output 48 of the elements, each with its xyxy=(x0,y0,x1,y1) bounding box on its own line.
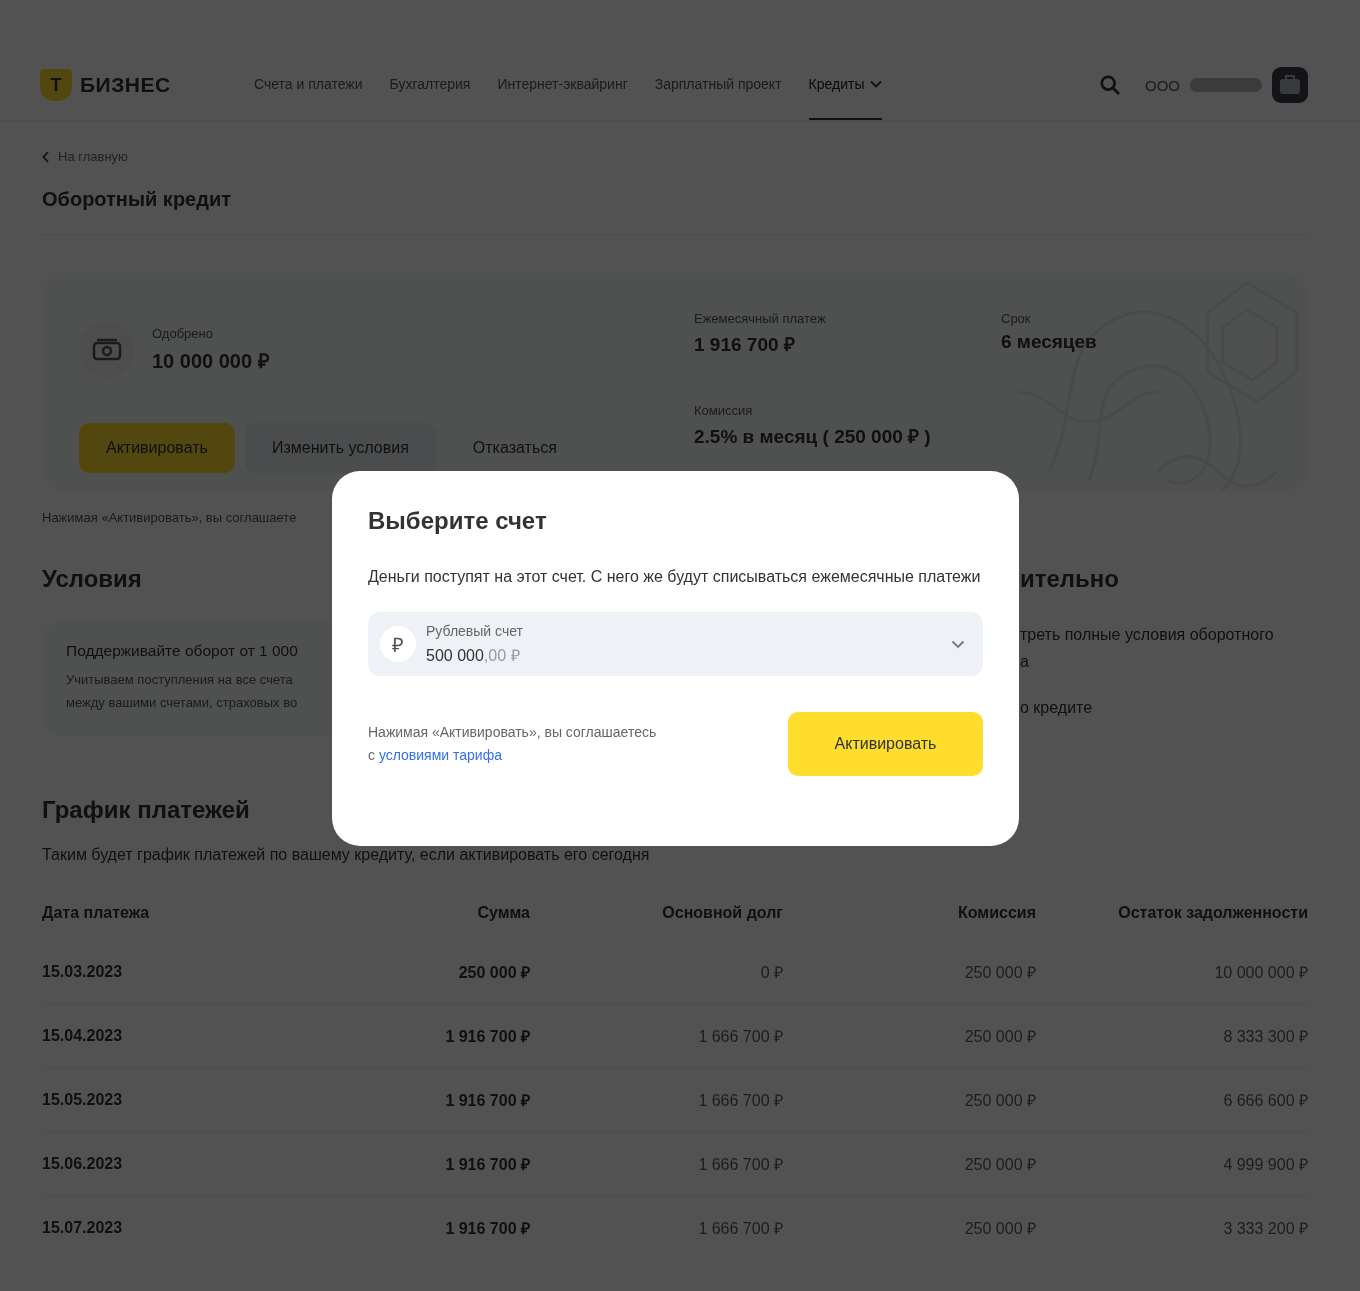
table-cell-text: 250 000 ₽ xyxy=(457,962,530,983)
conditions-heading: Условия xyxy=(42,565,142,593)
additional-text: о кредите xyxy=(1020,698,1093,718)
additional-heading: ительно xyxy=(1020,565,1119,593)
schedule-subtitle: Таким будет график платежей по вашему кредиту, если активировать его сегодня xyxy=(42,846,650,864)
additional-text: а xyxy=(1020,652,1029,672)
table-cell-text: 15.05.2023 xyxy=(42,1090,124,1109)
logo-text: БИЗНЕС xyxy=(80,73,171,97)
column-header: Остаток задолженности xyxy=(1117,904,1308,923)
offer-button[interactable]: Изменить условия xyxy=(244,423,436,473)
search-icon[interactable] xyxy=(1099,74,1121,96)
additional-text: треть полные условия оборотного xyxy=(1020,625,1274,645)
table-cell-text: 1 916 700 ₽ xyxy=(444,1218,530,1239)
logo-shield[interactable]: Т xyxy=(40,69,72,101)
tariff-link[interactable]: условиями тарифа xyxy=(378,747,502,763)
table-cell-text: 1 916 700 ₽ xyxy=(444,1154,530,1175)
term-value: 6 месяцев xyxy=(1001,331,1098,353)
caret-icon xyxy=(870,80,883,88)
agreement-prefix: с xyxy=(368,747,375,763)
commission-value: 2.5% в месяц ( 250 000 ₽ ) xyxy=(694,425,932,449)
condition-title: Поддерживайте оборот от 1 000 xyxy=(66,642,298,660)
schedule-heading: График платежей xyxy=(42,796,250,824)
table-cell-text: 1 916 700 ₽ xyxy=(444,1090,530,1111)
ruble-icon: ₽ xyxy=(380,626,416,662)
approved-amount: 10 000 000 ₽ xyxy=(152,349,270,374)
table-cell-text: 15.07.2023 xyxy=(42,1218,124,1237)
dialog-title: Выберите счет xyxy=(368,507,548,535)
agreement-note: Нажимая «Активировать», вы соглашаетесь xyxy=(368,723,657,742)
account-select[interactable]: ₽ Рублевый счет 500 000,00 ₽ xyxy=(368,612,983,676)
table-cell-text: 15.04.2023 xyxy=(42,1026,124,1045)
column-header: Дата платежа xyxy=(42,904,151,923)
offer-button[interactable]: Активировать xyxy=(79,423,235,473)
activate-button[interactable]: Активировать xyxy=(788,712,983,776)
dialog-text: Деньги поступят на этот счет. С него же будут списываться ежемесячные платежи xyxy=(368,567,982,587)
blurred-name xyxy=(1190,78,1262,92)
column-header: Основной долг xyxy=(661,904,783,923)
page-title: Оборотный кредит xyxy=(42,188,232,211)
briefcase-avatar-icon[interactable] xyxy=(1272,67,1308,103)
table-cell-text: 15.03.2023 xyxy=(42,962,124,981)
monthly-payment-value: 1 916 700 ₽ xyxy=(694,333,796,357)
nav-tab[interactable]: Кредиты xyxy=(808,50,883,120)
table-cell-text: 15.06.2023 xyxy=(42,1154,124,1173)
column-header: Комиссия xyxy=(957,904,1036,923)
column-header: Сумма xyxy=(476,904,530,923)
table-cell-text: 1 916 700 ₽ xyxy=(444,1026,530,1047)
offer-button[interactable]: Отказаться xyxy=(445,423,584,473)
chevron-left-icon xyxy=(42,150,50,163)
chevron-icon xyxy=(951,639,965,649)
